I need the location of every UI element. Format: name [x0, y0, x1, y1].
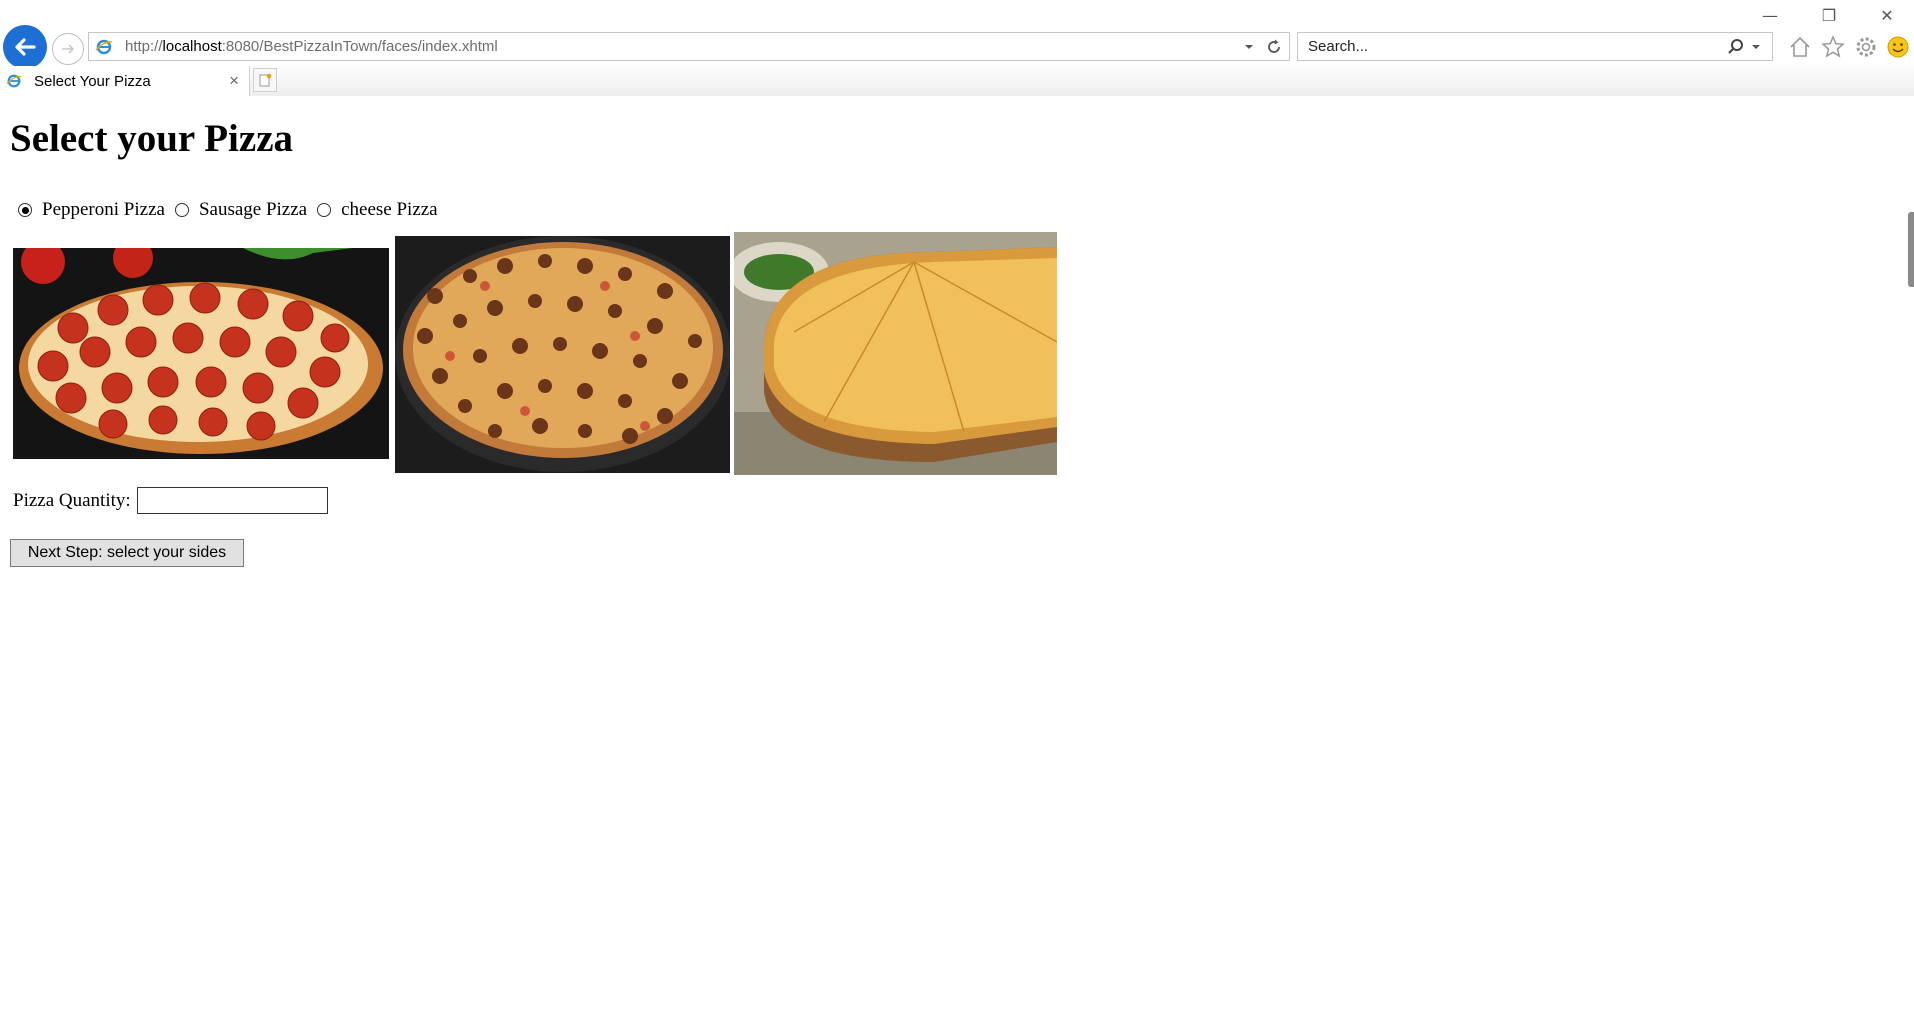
radio-label-cheese[interactable]: cheese Pizza: [341, 199, 438, 221]
pepperoni-pizza-image: [13, 248, 389, 459]
settings-icon[interactable]: [1853, 34, 1879, 60]
favorites-icon[interactable]: [1820, 34, 1846, 60]
search-input[interactable]: Search...: [1308, 38, 1368, 55]
quantity-input[interactable]: [136, 487, 328, 514]
smiley-icon[interactable]: [1885, 34, 1911, 60]
minimize-button[interactable]: —: [1750, 2, 1790, 28]
scrollbar-handle[interactable]: [1908, 212, 1914, 287]
radio-pepperoni[interactable]: [18, 203, 32, 217]
quantity-label: Pizza Quantity:: [13, 489, 131, 511]
url-text: http://localhost:8080/BestPizzaInTown/fa…: [125, 38, 498, 55]
radio-sausage[interactable]: [174, 203, 189, 217]
search-dropdown-icon[interactable]: [1750, 41, 1762, 53]
new-tab-button[interactable]: [253, 68, 277, 92]
url-rest: :8080/BestPizzaInTown/faces/index.xhtml: [221, 38, 498, 55]
address-bar[interactable]: http://localhost:8080/BestPizzaInTown/fa…: [88, 32, 1290, 61]
back-icon: [15, 38, 36, 56]
quantity-row: Pizza Quantity:: [13, 487, 328, 514]
dropdown-icon[interactable]: [1243, 41, 1255, 53]
close-window-button[interactable]: ✕: [1867, 2, 1907, 28]
close-tab-icon[interactable]: ×: [229, 71, 239, 91]
pizza-radio-group: Pepperoni Pizza Sausage Pizza cheese Piz…: [18, 199, 448, 221]
url-host: localhost: [162, 38, 222, 55]
search-icon[interactable]: [1726, 37, 1746, 57]
url-prefix: http://: [125, 38, 163, 55]
tab-select-your-pizza[interactable]: Select Your Pizza ×: [0, 66, 250, 96]
radio-label-sausage[interactable]: Sausage Pizza: [199, 199, 307, 221]
next-step-button[interactable]: Next Step: select your sides: [10, 539, 244, 567]
page-heading: Select your Pizza: [10, 117, 294, 160]
radio-label-pepperoni[interactable]: Pepperoni Pizza: [42, 199, 165, 221]
tab-strip: [0, 66, 1914, 96]
radio-cheese[interactable]: [317, 203, 332, 217]
search-box[interactable]: Search...: [1297, 32, 1773, 61]
cheese-pizza-image: [734, 232, 1057, 475]
forward-icon: [62, 44, 75, 54]
refresh-icon[interactable]: [1265, 38, 1283, 56]
tab-ie-icon: [6, 74, 22, 88]
restore-button[interactable]: ❐: [1809, 2, 1849, 28]
browser-chrome: — ❐ ✕ http://localhost:8080/BestPizzaInT…: [0, 0, 1914, 96]
ie-icon: [95, 39, 113, 54]
forward-button[interactable]: [52, 33, 84, 65]
back-button[interactable]: [3, 25, 47, 69]
new-tab-icon: [259, 73, 272, 87]
home-icon[interactable]: [1787, 34, 1813, 60]
tab-title: Select Your Pizza: [34, 72, 151, 90]
sausage-pizza-image: [395, 236, 730, 473]
